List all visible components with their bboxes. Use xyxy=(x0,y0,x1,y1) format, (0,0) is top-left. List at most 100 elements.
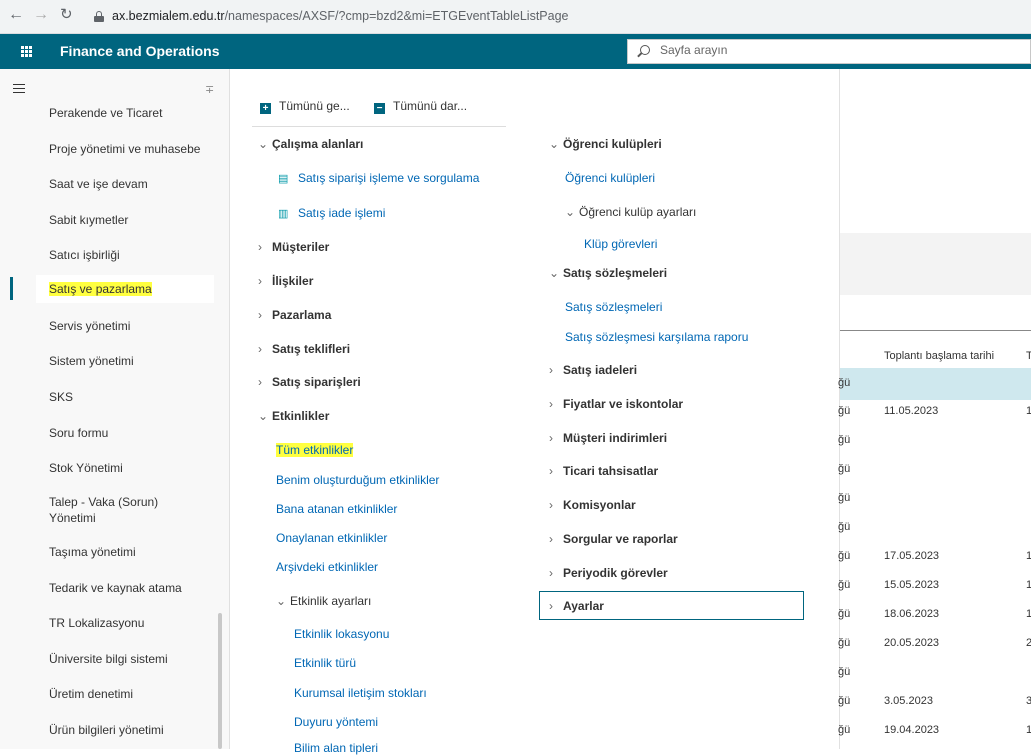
cell-date: 19.04.2023 xyxy=(884,724,940,736)
sidebar-item-proje[interactable]: Proje yönetimi ve muhasebe xyxy=(49,141,224,157)
menu-subgroup-etkinlik-ayarlari[interactable]: ⌄ Etkinlik ayarları xyxy=(276,594,371,608)
menu-subgroup-ogrenci-kulup-ayarlari[interactable]: ⌄ Öğrenci kulüp ayarları xyxy=(565,205,696,219)
menu-group-etkinlikler[interactable]: ⌄ Etkinlikler xyxy=(258,409,329,423)
menu-group-musteriler[interactable]: › Müşteriler xyxy=(258,240,329,254)
menu-link-etkinlik-lokasyonu[interactable]: Etkinlik lokasyonu xyxy=(294,627,389,641)
menu-group-periyodik-gorevler[interactable]: › Periyodik görevler xyxy=(549,566,668,580)
table-row[interactable]: ğü 15.05.2023 1 xyxy=(838,572,1031,601)
sidebar-item-soru[interactable]: Soru formu xyxy=(49,425,224,441)
navigation-pane: ∓ Perakende ve Ticaret Proje yönetimi ve… xyxy=(0,69,230,749)
search-input[interactable] xyxy=(660,43,960,57)
menu-group-iliskiler[interactable]: › İlişkiler xyxy=(258,274,313,288)
forward-arrow-icon[interactable]: → xyxy=(33,6,49,24)
table-row[interactable]: ğü 20.05.2023 2 xyxy=(838,630,1031,659)
sidebar-item-tr-lokalizasyonu[interactable]: TR Lokalizasyonu xyxy=(49,615,224,631)
sidebar-item-tedarik[interactable]: Tedarik ve kaynak atama xyxy=(49,580,224,596)
chevron-right-icon: › xyxy=(258,274,262,288)
sidebar-item-talep[interactable]: Talep - Vaka (Sorun) Yönetimi xyxy=(49,494,179,526)
app-launcher-icon[interactable] xyxy=(21,46,32,57)
chevron-down-icon: ⌄ xyxy=(276,594,287,608)
table-row[interactable]: ğü 19.04.2023 1 xyxy=(838,717,1031,746)
menu-group-pazarlama[interactable]: › Pazarlama xyxy=(258,308,331,322)
menu-group-ticari-tahsisatlar[interactable]: › Ticari tahsisatlar xyxy=(549,464,658,478)
sidebar-item-sistem[interactable]: Sistem yönetimi xyxy=(49,353,224,369)
table-row[interactable]: ğü 11.05.2023 1 xyxy=(838,398,1031,427)
reload-icon[interactable]: ↻ xyxy=(60,6,73,24)
sidebar-item-stok[interactable]: Stok Yönetimi xyxy=(49,460,224,476)
menu-group-sorgular-raporlar[interactable]: › Sorgular ve raporlar xyxy=(549,532,678,546)
menu-link-bilim-alan-tipleri[interactable]: Bilim alan tipleri xyxy=(294,741,378,755)
table-row[interactable]: ğü 17.05.2023 1 xyxy=(838,543,1031,572)
menu-link-satis-siparisi-isleme[interactable]: ▤ Satış siparişi işleme ve sorgulama xyxy=(278,171,479,185)
sidebar-item-label: Saat ve işe devam xyxy=(49,177,148,191)
menu-link-klup-gorevleri[interactable]: Klüp görevleri xyxy=(584,237,657,251)
table-row[interactable]: ğü xyxy=(838,427,1031,456)
sidebar-item-label: Servis yönetimi xyxy=(49,319,131,333)
menu-link-label: Klüp görevleri xyxy=(584,237,658,251)
menu-link-arsivdeki[interactable]: Arşivdeki etkinlikler xyxy=(276,560,378,574)
table-row[interactable]: ğü 18.06.2023 1 xyxy=(838,601,1031,630)
menu-group-komisyonlar[interactable]: › Komisyonlar xyxy=(549,498,636,512)
menu-group-ogrenci-kulupleri[interactable]: ⌄ Öğrenci kulüpleri xyxy=(549,137,662,151)
sidebar-item-tasima[interactable]: Taşıma yönetimi xyxy=(49,544,224,560)
menu-group-label: Ticari tahsisatlar xyxy=(563,464,659,478)
search-box[interactable] xyxy=(627,39,1031,64)
menu-link-bana-atanan[interactable]: Bana atanan etkinlikler xyxy=(276,502,397,516)
menu-group-satis-iadeleri[interactable]: › Satış iadeleri xyxy=(549,363,637,377)
menu-link-kurumsal-iletisim[interactable]: Kurumsal iletişim stokları xyxy=(294,686,427,700)
menu-link-label: Arşivdeki etkinlikler xyxy=(276,560,379,574)
column-header-next[interactable]: T xyxy=(1026,350,1031,362)
sidebar-item-satici[interactable]: Satıcı işbirliği xyxy=(49,247,224,263)
table-row[interactable]: ğü 3.05.2023 3 xyxy=(838,688,1031,717)
sidebar-item-universite[interactable]: Üniversite bilgi sistemi xyxy=(49,651,224,667)
cell: ğü xyxy=(838,434,851,446)
menu-link-benim-olusturdugum[interactable]: Benim oluşturduğum etkinlikler xyxy=(276,473,439,487)
menu-link-satis-iade-islemi[interactable]: ▥ Satış iade işlemi xyxy=(278,206,385,220)
menu-link-label: Satış sözleşmesi karşılama raporu xyxy=(565,330,749,344)
menu-link-duyuru-yontemi[interactable]: Duyuru yöntemi xyxy=(294,715,378,729)
chevron-right-icon: › xyxy=(549,532,553,546)
sidebar-item-label: Tedarik ve kaynak atama xyxy=(49,581,182,595)
sidebar-item-sks[interactable]: SKS xyxy=(49,389,224,405)
sidebar-item-sabit[interactable]: Sabit kıymetler xyxy=(49,212,224,228)
expand-all-button[interactable]: + Tümünü ge... xyxy=(260,99,350,114)
table-row[interactable]: ğü xyxy=(838,456,1031,485)
collapse-all-button[interactable]: − Tümünü dar... xyxy=(374,99,467,114)
sidebar-item-satis-pazarlama[interactable]: Satış ve pazarlama xyxy=(36,275,214,303)
app-title[interactable]: Finance and Operations xyxy=(60,43,219,59)
menu-link-onaylanan[interactable]: Onaylanan etkinlikler xyxy=(276,531,387,545)
table-row[interactable]: ğü xyxy=(838,659,1031,688)
menu-group-ayarlar[interactable]: › Ayarlar xyxy=(549,599,604,613)
menu-group-satis-siparisleri[interactable]: › Satış siparişleri xyxy=(258,375,361,389)
sidebar-item-servis[interactable]: Servis yönetimi xyxy=(49,318,224,334)
sidebar-item-perakende[interactable]: Perakende ve Ticaret xyxy=(49,105,224,121)
column-header-meeting-start-date[interactable]: Toplantı başlama tarihi xyxy=(884,350,994,362)
table-row[interactable]: ğü xyxy=(838,514,1031,543)
address-bar[interactable]: ax.bezmialem.edu.tr/namespaces/AXSF/?cmp… xyxy=(112,9,569,23)
expand-icon: + xyxy=(260,103,271,114)
sidebar-item-saat[interactable]: Saat ve işe devam xyxy=(49,176,224,192)
menu-group-calisma-alanlari[interactable]: ⌄ Çalışma alanları xyxy=(258,137,363,151)
sidebar-scrollbar[interactable] xyxy=(218,613,222,749)
menu-link-ogrenci-kulupleri[interactable]: Öğrenci kulüpleri xyxy=(565,171,655,185)
cell: ğü xyxy=(838,724,851,736)
cell-date: 3.05.2023 xyxy=(884,695,933,707)
sidebar-item-urun[interactable]: Ürün bilgileri yönetimi xyxy=(49,722,224,738)
menu-link-satis-sozlesmesi-karsilama[interactable]: Satış sözleşmesi karşılama raporu xyxy=(565,330,748,344)
menu-group-fiyatlar-iskontolar[interactable]: › Fiyatlar ve iskontolar xyxy=(549,397,683,411)
menu-group-satis-sozlesmeleri[interactable]: ⌄ Satış sözleşmeleri xyxy=(549,266,667,280)
menu-link-satis-sozlesmeleri[interactable]: Satış sözleşmeleri xyxy=(565,300,662,314)
chevron-right-icon: › xyxy=(549,431,553,445)
sidebar-item-uretim[interactable]: Üretim denetimi xyxy=(49,686,224,702)
cell: 1 xyxy=(1026,608,1031,620)
pin-icon[interactable]: ∓ xyxy=(205,83,214,96)
table-row[interactable]: ğü xyxy=(838,485,1031,514)
back-arrow-icon[interactable]: ← xyxy=(8,6,24,24)
menu-link-label: Duyuru yöntemi xyxy=(294,715,379,729)
hamburger-menu-icon[interactable] xyxy=(13,84,25,93)
menu-group-musteri-indirimleri[interactable]: › Müşteri indirimleri xyxy=(549,431,667,445)
table-row[interactable]: ğü xyxy=(838,370,1031,399)
menu-group-satis-teklifleri[interactable]: › Satış teklifleri xyxy=(258,342,350,356)
menu-link-tum-etkinlikler[interactable]: Tüm etkinlikler xyxy=(276,443,354,457)
menu-link-etkinlik-turu[interactable]: Etkinlik türü xyxy=(294,656,356,670)
